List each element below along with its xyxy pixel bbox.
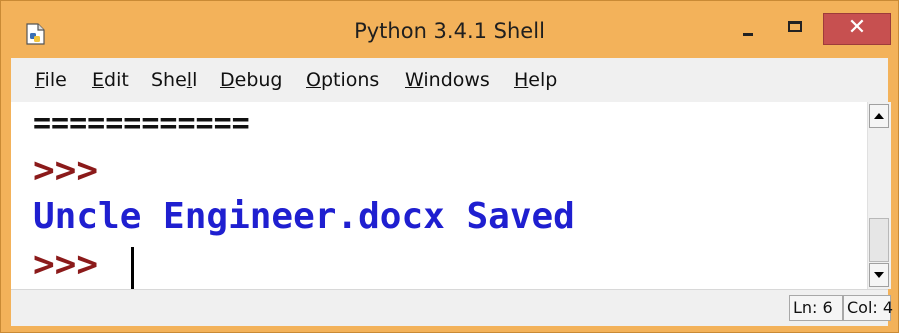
menu-debug[interactable]: Debug [220,69,283,91]
python-shell-window: Python 3.4.1 Shell ✕ File Edit Shell Deb… [0,0,899,333]
menu-help[interactable]: Help [514,69,557,91]
arrow-up-icon [874,113,884,119]
maximize-icon [788,21,802,32]
menu-options[interactable]: Options [306,69,379,91]
scrollbar-thumb[interactable] [869,218,889,262]
menu-edit[interactable]: Edit [92,69,129,91]
minimize-button[interactable] [728,13,766,45]
menu-file[interactable]: File [35,69,67,91]
shell-output-line: Uncle Engineer.docx Saved [33,196,575,237]
shell-prompt-active: >>> [33,244,120,285]
maximize-button[interactable] [776,13,814,45]
scroll-down-button[interactable] [869,263,889,287]
restart-separator: ============ [33,106,250,141]
arrow-down-icon [874,272,884,278]
menu-shell[interactable]: Shell [151,69,197,91]
title-bar[interactable]: Python 3.4.1 Shell ✕ [1,1,898,58]
status-bar: Ln: 6 Col: 4 [11,289,893,326]
menu-bar: File Edit Shell Debug Options Windows He… [11,58,888,103]
scroll-up-button[interactable] [869,104,889,128]
text-cursor [131,247,134,289]
line-number-indicator: Ln: 6 [789,295,843,321]
vertical-scrollbar[interactable] [867,102,891,289]
close-icon: ✕ [847,15,867,40]
menu-windows[interactable]: Windows [405,69,490,91]
column-number-indicator: Col: 4 [843,295,893,321]
shell-prompt: >>> [33,150,99,191]
minimize-icon [743,33,753,36]
shell-text-area[interactable]: ============ >>> Uncle Engineer.docx Sav… [11,102,867,289]
close-button[interactable]: ✕ [823,13,891,45]
